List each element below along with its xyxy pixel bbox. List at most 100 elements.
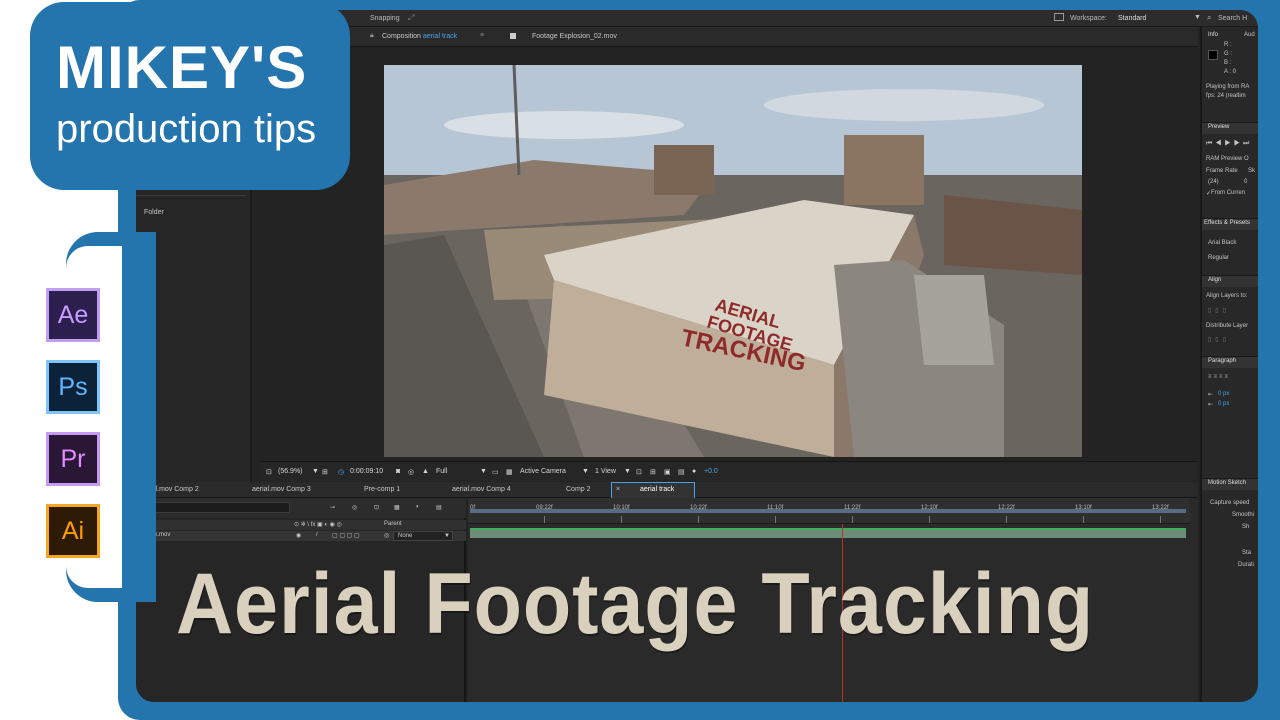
hide-shy-icon[interactable]: ⊡ [374,504,379,511]
toggle-pixel-icon[interactable]: ⊡ [636,468,642,476]
close-icon[interactable]: × [616,486,620,493]
visibility-icon[interactable]: ◉ [296,532,301,539]
playback-controls-icon[interactable]: ⏮◀▶▶⏭ [1206,140,1252,148]
illustrator-icon: Ai [46,504,100,558]
align-icons[interactable]: ▯▯▯ [1208,307,1230,314]
panel-menu-icon[interactable]: ≡ [480,32,484,39]
switches-icons: ⊙ ✲ \ fx ▣ ◐ ◉ ◎ [294,522,342,528]
tab-aerial-comp-3[interactable]: aerial.mov Comp 3 [252,486,311,493]
ram-preview-select[interactable]: RAM Preview O [1206,156,1249,162]
tab-align[interactable]: Align [1208,277,1221,283]
tab-aerial-track[interactable]: aerial track [640,486,674,493]
color-icon[interactable]: ▲ [422,468,429,475]
draft-3d-icon[interactable]: ◎ [352,504,357,511]
view-layout-select[interactable]: 1 View [595,468,616,475]
timeline-icon[interactable]: ▤ [678,468,685,476]
tab-prefix: Composition [382,33,421,40]
graph-editor-icon[interactable]: ▤ [436,504,442,511]
tab-info[interactable]: Info [1208,32,1218,38]
search-icon[interactable]: ⌕ [1207,13,1211,23]
layer-duration-bar[interactable] [470,528,1186,538]
ruler-label: 12:22f [998,505,1015,511]
camera-icon[interactable]: ◙ [396,468,400,475]
time-ruler[interactable]: 0f 09:22f 10:10f 10:22f 11:10f 11:22f 12… [468,498,1190,524]
duration-label: Durati [1238,562,1255,568]
from-current-checkbox[interactable]: ✓ From Curren [1206,190,1245,197]
current-timecode[interactable]: 0:00:09:10 [350,468,383,475]
composition-panel: 🔒︎ Composition aerial track ≡ Footage Ex… [260,27,1198,482]
layer-switch-boxes[interactable]: ▢ ▢ ▢ ▢ [332,532,360,539]
paragraph-align-icons[interactable]: ≡≡≡≡ [1208,374,1230,380]
lock-icon[interactable]: 🔒︎ [370,32,374,40]
distribute-label: Distribute Layer [1206,323,1249,329]
frame-blending-icon[interactable]: ▦ [394,504,400,511]
ruler-label: 11:10f [767,505,784,511]
tab-audio[interactable]: Aud [1244,32,1255,38]
ruler-label: 0f [470,505,476,511]
composition-viewer[interactable]: AERIAL FOOTAGE TRACKING [384,65,1082,457]
chevron-down-icon[interactable]: ▼ [312,468,319,475]
column-parent[interactable]: Parent [384,521,402,527]
tab-motion-sketch[interactable]: Motion Sketch [1208,480,1246,486]
parent-value: None [398,533,413,539]
chevron-down-icon[interactable]: ▼ [480,468,487,475]
camera-view-select[interactable]: Active Camera [520,468,566,475]
align-layers-label: Align Layers to: [1206,293,1248,299]
snapping-label: Snapping [370,15,400,22]
tab-effects-presets[interactable]: Effects & Presets [1204,220,1250,226]
exposure-value[interactable]: +0.0 [704,468,718,475]
font-style-select[interactable]: Regular [1208,255,1229,261]
motion-blur-icon[interactable]: ◐ [416,504,420,510]
timeline-search-input[interactable] [140,502,290,513]
aerial-footage-frame: AERIAL FOOTAGE TRACKING [384,65,1082,457]
capture-speed-label: Capture speed [1210,500,1250,506]
workspace-select[interactable]: Standard [1118,15,1146,22]
transparency-icon[interactable]: ▦ [506,468,513,476]
timeline-search-row: ⊸ ◎ ⊡ ▦ ◐ ▤ [136,498,466,518]
ruler-tick [852,516,853,523]
indent-value[interactable]: 0 px [1218,391,1229,397]
skip-value[interactable]: 0 [1244,179,1247,185]
tab-pre-comp-1[interactable]: Pre-comp 1 [364,486,400,493]
distribute-icons[interactable]: ▯▯▯ [1208,336,1230,343]
region-icon[interactable]: ▭ [492,468,499,476]
pick-whip-icon[interactable]: ◎ [384,532,389,539]
composition-tabs: 🔒︎ Composition aerial track ≡ Footage Ex… [260,27,1198,47]
playing-from: Playing from RA [1206,84,1250,90]
chevron-down-icon[interactable]: ▼ [624,468,631,475]
chevron-down-icon[interactable]: ▼ [1194,14,1201,21]
tab-aerial-comp-4[interactable]: aerial.mov Comp 4 [452,486,511,493]
parent-select[interactable]: None ▼ [393,531,453,541]
space-value[interactable]: 0 px [1218,401,1229,407]
font-family-select[interactable]: Arial Black [1208,240,1236,246]
exposure-reset-icon[interactable]: ● [692,468,696,475]
chevron-down-icon[interactable]: ▼ [582,468,589,475]
clock-icon[interactable]: ◷ [338,468,344,476]
ruler-tick [1083,516,1084,523]
fast-preview-icon[interactable]: ⊞ [650,468,656,476]
quality-icon[interactable]: / [316,532,318,538]
grid-icon[interactable]: ⊞ [322,468,328,476]
space-icon: ⇤ [1208,402,1214,408]
info-b: B : [1224,60,1232,66]
frame-rate-select[interactable]: (24) [1208,179,1219,185]
workspace-icon[interactable] [1054,13,1064,21]
tab-paragraph[interactable]: Paragraph [1208,358,1236,364]
channel-icon[interactable]: ◎ [408,468,414,476]
comp-mini-flowchart-icon[interactable]: ⊸ [330,504,335,511]
search-help-input[interactable]: Search H [1218,15,1247,22]
tab-footage[interactable]: Footage Explosion_02.mov [532,33,617,40]
tab-preview[interactable]: Preview [1208,124,1229,130]
zoom-select[interactable]: (56.9%) [278,468,303,475]
snapshot-icon[interactable]: ⊡ [266,468,272,476]
ruler-tick [621,516,622,523]
ruler-tick [698,516,699,523]
tab-composition-aerial-track[interactable]: Composition aerial track [382,33,457,40]
snapping-icon[interactable]: ⤢ [408,13,414,23]
ruler-label: 13:22f [1152,505,1169,511]
divider [136,195,246,196]
flowchart-icon[interactable]: ▣ [664,468,671,476]
tab-comp-2[interactable]: Comp 2 [566,486,591,493]
video-title: Aerial Footage Tracking [176,556,1095,652]
resolution-select[interactable]: Full [436,468,447,475]
